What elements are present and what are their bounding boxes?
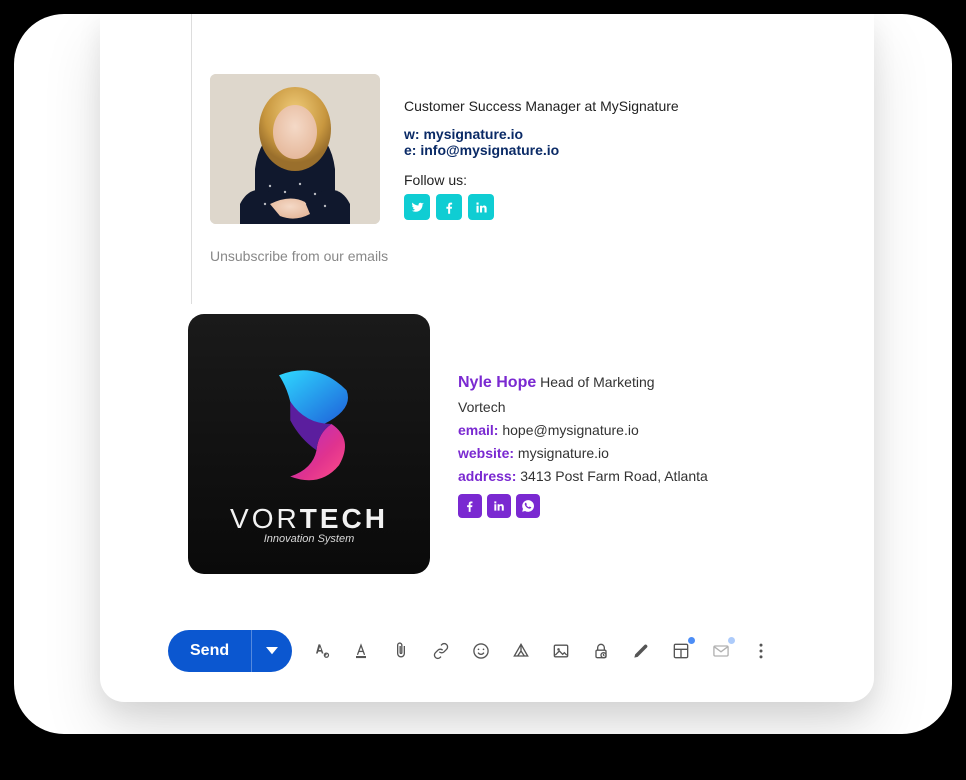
facebook-icon[interactable] [458, 494, 482, 518]
compose-toolbar: Send [168, 630, 772, 672]
social-row [404, 194, 679, 220]
company-name: Vortech [458, 396, 708, 419]
lock-icon[interactable] [590, 640, 612, 662]
facebook-icon[interactable] [436, 194, 462, 220]
chevron-down-icon [266, 647, 278, 654]
email-label: email: [458, 422, 498, 438]
whatsapp-icon[interactable] [516, 494, 540, 518]
twitter-icon[interactable] [404, 194, 430, 220]
signature-2: VORTECH Innovation System Nyle Hope Head… [188, 314, 708, 574]
attach-icon[interactable] [390, 640, 412, 662]
avatar [210, 74, 380, 224]
linkedin-icon[interactable] [468, 194, 494, 220]
send-group: Send [168, 630, 292, 672]
compose-card: Customer Success Manager at MySignature … [100, 14, 874, 702]
email-label: e: [404, 142, 416, 158]
notification-dot [728, 637, 735, 644]
text-color-icon[interactable] [350, 640, 372, 662]
website-value[interactable]: mysignature.io [518, 445, 609, 461]
signature-1: Customer Success Manager at MySignature … [210, 74, 679, 224]
mail-icon[interactable] [710, 640, 732, 662]
text-style-icon[interactable] [310, 640, 332, 662]
web-label: w: [404, 126, 420, 142]
send-button[interactable]: Send [168, 630, 251, 672]
logo-mark-icon [234, 349, 384, 499]
link-icon[interactable] [430, 640, 452, 662]
address-label: address: [458, 468, 516, 484]
follow-label: Follow us: [404, 172, 679, 188]
draw-icon[interactable] [630, 640, 652, 662]
address-value: 3413 Post Farm Road, Atlanta [520, 468, 708, 484]
more-icon[interactable] [750, 640, 772, 662]
send-options-button[interactable] [251, 630, 292, 672]
sender-name: Nyle Hope [458, 374, 536, 391]
email-value[interactable]: hope@mysignature.io [502, 422, 638, 438]
social-row-2 [458, 494, 708, 518]
website-label: website: [458, 445, 514, 461]
logo-tagline: Innovation System [264, 533, 355, 545]
drive-icon[interactable] [510, 640, 532, 662]
email-link[interactable]: info@mysignature.io [420, 142, 559, 158]
web-link[interactable]: mysignature.io [423, 126, 523, 142]
app-frame: Customer Success Manager at MySignature … [14, 14, 952, 734]
sender-role: Head of Marketing [540, 374, 654, 390]
layout-icon[interactable] [670, 640, 692, 662]
emoji-icon[interactable] [470, 640, 492, 662]
image-icon[interactable] [550, 640, 572, 662]
notification-dot [688, 637, 695, 644]
quote-divider [191, 14, 192, 304]
company-logo: VORTECH Innovation System [188, 314, 430, 574]
job-title: Customer Success Manager at MySignature [404, 98, 679, 114]
unsubscribe-link[interactable]: Unsubscribe from our emails [210, 248, 388, 264]
logo-wordmark: VORTECH [230, 503, 388, 535]
signature-1-info: Customer Success Manager at MySignature … [404, 74, 679, 224]
signature-2-info: Nyle Hope Head of Marketing Vortech emai… [458, 370, 708, 519]
toolbar-icons [310, 640, 772, 662]
linkedin-icon[interactable] [487, 494, 511, 518]
